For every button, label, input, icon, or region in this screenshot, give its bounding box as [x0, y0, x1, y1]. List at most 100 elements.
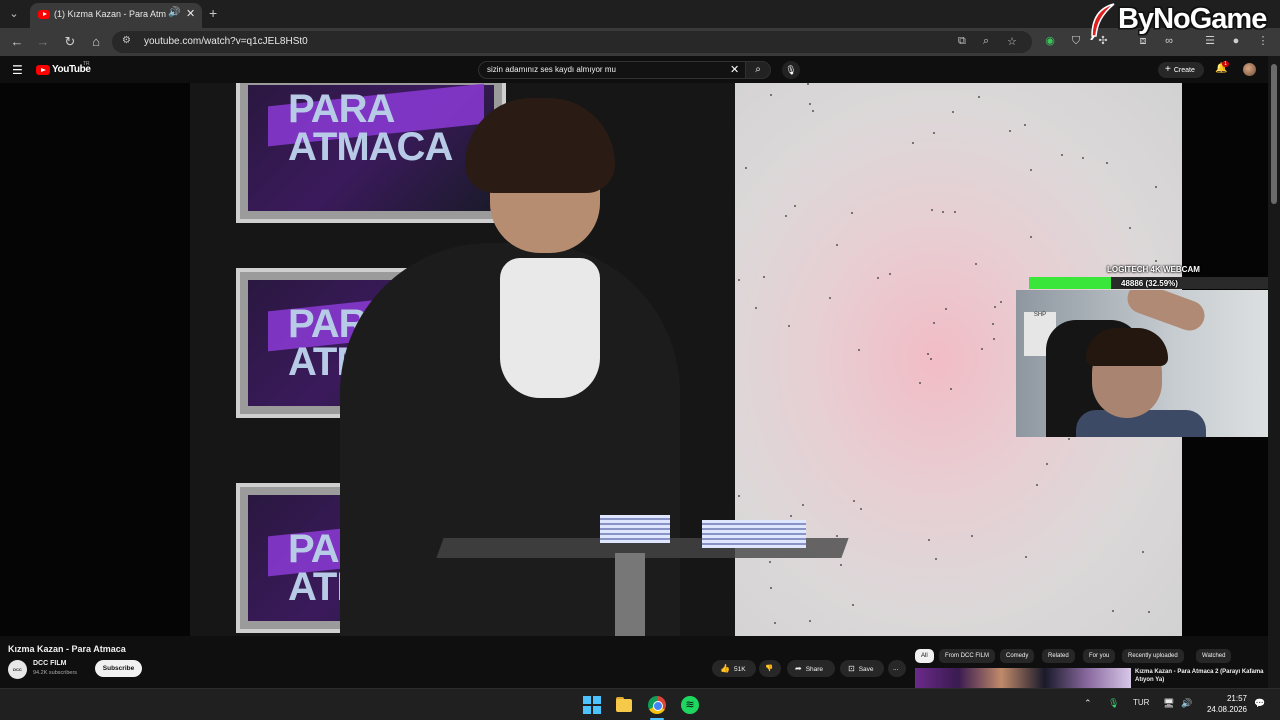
dislike-button[interactable]: 👎 — [759, 660, 781, 677]
chip-watched[interactable]: Watched — [1196, 649, 1232, 663]
reload-icon[interactable]: ↻ — [62, 34, 78, 50]
wall-dot — [840, 564, 842, 566]
forward-arrow-icon[interactable]: → — [35, 34, 51, 50]
clear-search-icon[interactable]: ✕ — [730, 63, 739, 76]
chip-for-you[interactable]: For you — [1083, 649, 1116, 663]
notification-center-icon[interactable]: 💬 — [1254, 698, 1265, 709]
page-scrollbar[interactable] — [1268, 56, 1280, 688]
webcam-feed: SHP — [1016, 290, 1280, 437]
streamer-hair — [1086, 328, 1168, 366]
clock-date[interactable]: 24.08.2026 — [1197, 705, 1247, 714]
chip-recently-uploaded[interactable]: Recently uploaded — [1122, 649, 1184, 663]
chip-all[interactable]: All — [915, 649, 934, 663]
share-label: Share — [805, 666, 824, 673]
wall-dot — [994, 306, 996, 308]
save-button[interactable]: ⊡ Save — [840, 660, 884, 677]
chip-from-channel[interactable]: From DCC FILM — [939, 649, 995, 663]
wall-dot — [790, 515, 792, 517]
recommended-video-thumbnail[interactable] — [915, 668, 1131, 688]
wall-dot — [877, 277, 879, 279]
plus-icon[interactable]: + — [209, 5, 217, 21]
microphone-tray-icon[interactable]: 🎙 — [1108, 698, 1119, 709]
language-indicator[interactable]: TUR — [1133, 698, 1149, 707]
chip-related[interactable]: Related — [1042, 649, 1075, 663]
browser-tab[interactable]: (1) Kızma Kazan - Para Atmaca 🔊 ✕ — [30, 3, 202, 28]
extension-shield-icon[interactable]: ⛉ — [1069, 34, 1083, 48]
youtube-header: ☰ YouTube TR sizin adamınız ses kaydı al… — [0, 56, 1280, 83]
volume-icon[interactable]: 🔊 — [1181, 698, 1192, 709]
address-bar[interactable]: ⚙ youtube.com/watch?v=q1cJEL8HSt0 ⧉ ⌕ ☆ — [112, 31, 1032, 53]
microphone-icon[interactable]: 🎙 — [782, 61, 800, 79]
wall-dot — [770, 94, 772, 96]
wall-dot — [1061, 154, 1063, 156]
wall-dot — [927, 353, 929, 355]
install-icon[interactable]: ⧉ — [958, 35, 966, 48]
scrollbar-thumb[interactable] — [1271, 64, 1277, 204]
wall-dot — [836, 244, 838, 246]
recommended-video-title[interactable]: Kızma Kazan - Para Atmaca 2 (Parayı Kafa… — [1135, 668, 1265, 684]
account-avatar[interactable] — [1243, 63, 1256, 76]
wall-dot — [1142, 551, 1144, 553]
wall-dot — [928, 539, 930, 541]
chip-comedy[interactable]: Comedy — [1000, 649, 1035, 663]
wall-dot — [853, 500, 855, 502]
watermark-logo: ByNoGame — [1088, 0, 1280, 44]
windows-start-icon[interactable] — [583, 696, 601, 714]
subscriber-count: 94.2K subscribers — [33, 670, 78, 676]
speaker-icon[interactable]: 🔊 — [168, 7, 180, 18]
share-button[interactable]: ➦ Share — [787, 660, 835, 677]
wall-dot — [836, 535, 838, 537]
create-button[interactable]: + Create — [1158, 62, 1204, 78]
wall-dot — [851, 212, 853, 214]
wall-dot — [930, 358, 932, 360]
back-arrow-icon[interactable]: ← — [9, 34, 25, 50]
wall-dot — [933, 132, 935, 134]
zoom-icon[interactable]: ⌕ — [983, 35, 989, 48]
site-settings-icon[interactable]: ⚙ — [122, 35, 131, 46]
wall-dot — [829, 297, 831, 299]
like-button[interactable]: 👍 51K — [712, 660, 756, 677]
wall-dot — [978, 96, 980, 98]
search-query: sizin adamınız ses kaydı almıyor mu — [487, 65, 616, 74]
wall-dot — [975, 263, 977, 265]
watermark-text: ByNoGame — [1118, 3, 1267, 35]
youtube-play-icon — [36, 65, 50, 75]
thumbs-up-icon: 👍 — [720, 664, 730, 673]
search-input[interactable]: sizin adamınız ses kaydı almıyor mu ✕ — [478, 61, 746, 79]
address-url: youtube.com/watch?v=q1cJEL8HSt0 — [144, 36, 308, 47]
spotify-icon[interactable] — [681, 696, 699, 714]
wall-dot — [1009, 130, 1011, 132]
hamburger-menu-icon[interactable]: ☰ — [12, 63, 23, 77]
file-explorer-icon[interactable] — [615, 696, 633, 714]
clock-time[interactable]: 21:57 — [1207, 694, 1247, 703]
wall-dot — [1155, 186, 1157, 188]
webcam-label: LOGITECH 4K WEBCAM — [1107, 265, 1200, 274]
channel-avatar[interactable]: DCC FILM — [8, 660, 27, 691]
wall-dot — [769, 561, 771, 563]
home-icon[interactable]: ⌂ — [88, 34, 104, 50]
video-title: Kızma Kazan - Para Atmaca — [8, 644, 126, 654]
wall-dot — [809, 620, 811, 622]
tab-search-icon[interactable]: ⌄ — [6, 6, 22, 22]
extension-shield-green-icon[interactable]: ◉ — [1043, 34, 1057, 48]
wall-dot — [942, 211, 944, 213]
bookmark-star-icon[interactable]: ☆ — [1007, 35, 1017, 48]
wall-dot — [993, 338, 995, 340]
wall-dot — [935, 558, 937, 560]
thumbs-down-icon: 👎 — [765, 665, 774, 672]
search-button[interactable]: ⌕ — [745, 61, 771, 79]
feather-logo-icon — [1090, 3, 1115, 40]
more-actions-button[interactable]: ... — [888, 660, 906, 677]
wall-dot — [954, 211, 956, 213]
network-icon[interactable]: 🖥 — [1163, 698, 1174, 709]
subscribe-button[interactable]: Subscribe — [95, 660, 142, 677]
wall-dot — [738, 279, 740, 281]
chrome-icon[interactable] — [648, 696, 666, 714]
close-icon[interactable]: ✕ — [186, 7, 195, 20]
wall-dot — [858, 349, 860, 351]
save-label: Save — [858, 666, 874, 673]
channel-name[interactable]: DCC FILM — [33, 660, 66, 667]
tray-overflow-chevron-icon[interactable]: ⌃ — [1084, 698, 1092, 709]
wall-dot — [1024, 124, 1026, 126]
wall-dot — [931, 209, 933, 211]
